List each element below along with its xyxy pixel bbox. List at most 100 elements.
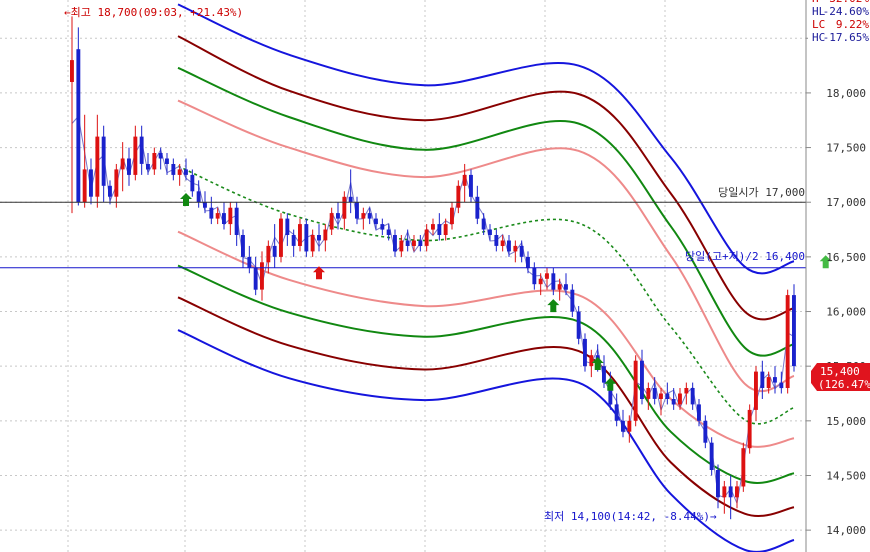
candle-body [722,486,727,498]
candle-body [222,213,226,224]
candle-body [665,393,670,399]
candle-down [709,437,714,476]
candle-body [342,196,347,219]
candle-body [437,224,442,235]
y-tick-label: 16,500 [826,251,866,264]
candle-body [374,218,378,225]
candle-up [747,404,752,454]
candle-body [279,218,283,257]
candle-body [792,295,796,367]
candle-body [754,371,758,410]
candle-body [697,404,701,421]
candle-down [285,213,290,246]
candle-up [424,224,429,252]
candle-up [450,202,454,230]
candle-down [234,202,239,246]
legend-value: -17.65% [823,31,870,44]
candle-body [412,240,416,246]
candle-body [95,136,100,197]
candle-down [304,218,309,257]
candle-up [513,240,518,263]
candle-down [374,213,378,230]
candle-down [494,229,499,252]
candle-body [532,267,537,285]
candle-body [507,240,511,252]
candle-body [538,278,543,285]
y-axis: 14,00014,50015,00015,50016,00016,50017,0… [805,0,866,552]
candle-down [393,229,397,257]
current-price-tag: 15,400 (126.47%) [811,363,870,391]
candle-up [741,442,746,492]
band-band1-upper [177,66,795,357]
candle-body [475,196,480,219]
candle-up [785,289,790,394]
candle-body [766,377,771,388]
signal-up-arrow [180,193,192,206]
candle-body [291,235,296,246]
candle-up [152,147,157,175]
prev-price-label: 당일시가 17,000 [718,185,805,199]
candle-body [735,486,739,498]
band-inner-upper [177,99,795,392]
candle-up [95,114,100,208]
candle-down [665,382,670,405]
current-price-value: 15,400 [820,365,860,378]
candle-body [583,338,587,367]
candle-body [209,207,214,219]
candle-body [779,382,784,389]
candle-body [399,240,404,252]
candle-body [133,136,138,175]
candle-body [386,229,391,235]
candle-body [614,404,619,421]
candle-body [127,158,131,175]
candle-body [488,229,492,235]
candle-body [659,393,663,399]
y-tick-label: 14,000 [826,524,866,537]
candle-body [272,245,277,257]
candle-body [70,60,74,82]
candle-body [728,486,733,498]
candle-up [659,388,663,416]
candle-down [576,306,581,345]
candle-down [532,262,537,290]
envelope-bands [71,3,795,552]
candle-body [114,169,119,197]
candle-body [355,202,359,219]
candle-up [456,180,461,214]
candle-body [234,207,239,235]
candle-down [336,202,340,230]
candle-down [526,251,530,274]
candle-down [222,202,226,230]
candle-body [557,284,562,290]
candle-up [735,480,739,509]
candle-body [139,136,144,164]
candle-body [266,245,271,263]
candle-down [209,196,214,225]
candle-body [241,235,245,257]
candle-body [367,213,372,219]
candle-up [684,382,689,405]
candle-down [158,147,163,170]
candle-up [589,349,594,378]
candle-body [361,213,366,219]
candle-down [272,224,277,268]
candle-body [336,213,340,219]
candle-body [158,153,163,159]
candle-body [545,273,549,279]
legend-label: LC [812,18,825,31]
candle-body [633,360,638,421]
candle-body [627,420,632,432]
candle-body [120,158,125,170]
low-annotation: 최저 14,100(14:42, -8.44%)→ [544,510,717,523]
candle-body [640,360,644,399]
candle-up [431,218,435,236]
candle-body [203,202,207,208]
price-chart: 14,00014,50015,00015,50016,00016,50017,0… [0,0,870,552]
candle-body [228,207,233,225]
candle-body [564,284,568,290]
candle-down [108,180,112,205]
candle-down [475,185,480,225]
candle-down [253,256,258,296]
candle-body [494,235,499,246]
candle-body [329,213,334,230]
